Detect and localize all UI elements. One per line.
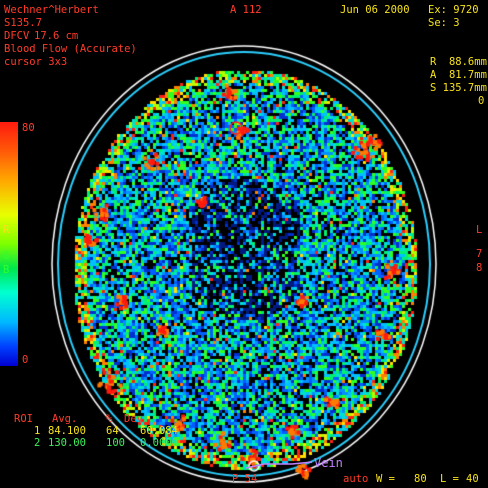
roi-pct: 100 <box>106 437 125 449</box>
position-a: A 81.7mm <box>430 69 487 81</box>
patient-name: Wechner^Herbert <box>4 4 99 16</box>
vein-annotation-label[interactable]: Vein <box>314 456 343 470</box>
side-marker-7: 7 <box>476 248 483 260</box>
ct-perfusion-viewer[interactable]: Wechner^Herbert S135.7 DFCV 17.6 cm Bloo… <box>0 0 488 488</box>
color-scale-b-letter: B <box>3 264 10 276</box>
window-width-value[interactable]: 80 <box>414 473 427 485</box>
roi-header-dev: Dev <box>124 413 143 425</box>
roi-row-1[interactable]: 1 84.100 64 60.084 <box>14 425 200 437</box>
auto-window-label: auto <box>343 473 369 485</box>
color-scale-r-letter: R <box>3 224 10 236</box>
roi-avg: 84.100 <box>48 425 86 437</box>
roi-dev: 60.084 <box>140 425 178 437</box>
window-level-label: L = <box>440 473 459 485</box>
position-s: S 135.7mm <box>430 82 487 94</box>
roi-header-roi: ROI <box>14 413 33 425</box>
color-scale-bar <box>0 122 18 366</box>
color-scale-min: 0 <box>22 354 29 366</box>
color-scale-max: 80 <box>22 122 35 134</box>
roi-id: 1 <box>34 425 41 437</box>
roi-dev: 0.0000 <box>140 437 178 449</box>
series-id: S135.7 <box>4 17 42 29</box>
side-marker-left: L <box>476 224 483 236</box>
side-marker-8: 8 <box>476 262 483 274</box>
posterior-marker: P 54 <box>232 473 258 485</box>
anterior-marker: A 112 <box>230 4 262 16</box>
window-width-label: W = <box>376 473 395 485</box>
exam-number: Ex: 9720 <box>428 4 479 16</box>
position-extra: 0 <box>478 95 485 107</box>
series-number: Se: 3 <box>428 17 460 29</box>
study-date: Jun 06 2000 <box>340 4 410 16</box>
roi-header-avg: Avg. <box>52 413 78 425</box>
roi-header-pct: % <box>106 413 113 425</box>
roi-avg: 130.00 <box>48 437 86 449</box>
position-r: R 88.6mm <box>430 56 487 68</box>
roi-row-2[interactable]: 2 130.00 100 0.0000 <box>14 437 200 449</box>
roi-id: 2 <box>34 437 41 449</box>
color-scale-g-letter: G <box>3 250 10 262</box>
roi-pct: 64 <box>106 425 119 437</box>
roi-table-header: ROI Avg. % Dev <box>14 413 200 425</box>
mode-label: Blood Flow (Accurate) <box>4 43 137 55</box>
dfov-label: DFCV <box>4 30 30 42</box>
roi-statistics-table: ROI Avg. % Dev 1 84.100 64 60.084 2 130.… <box>14 413 200 449</box>
cursor-size: cursor 3x3 <box>4 56 68 68</box>
dfov-value: 17.6 cm <box>34 30 79 42</box>
window-level-value[interactable]: 40 <box>466 473 479 485</box>
